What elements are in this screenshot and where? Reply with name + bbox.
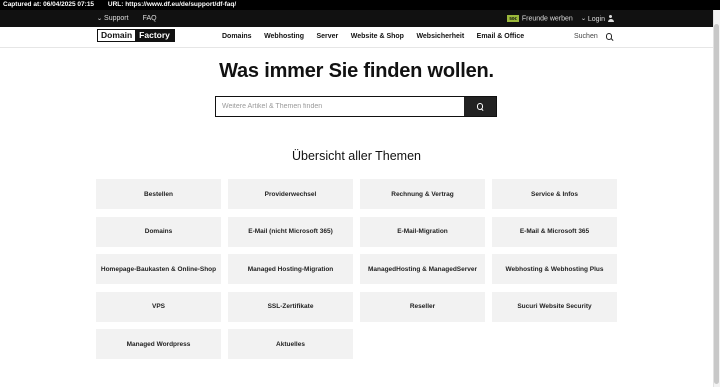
nav-item-webhosting[interactable]: Webhosting	[264, 33, 304, 40]
topic-tile-vps[interactable]: VPS	[96, 291, 221, 322]
topic-tile-email-not-microsoft[interactable]: E-Mail (nicht Microsoft 365)	[228, 216, 353, 247]
login-dropdown[interactable]: ⌄Login	[580, 14, 614, 23]
nav-search-button[interactable]: Suchen	[574, 27, 613, 46]
faq-search-button[interactable]	[464, 97, 496, 116]
topic-tile-homepage-baukasten[interactable]: Homepage-Baukasten & Online-Shop	[96, 254, 221, 284]
nav-item-email-office[interactable]: Email & Office	[477, 33, 524, 40]
chevron-down-icon: ⌄	[96, 16, 103, 22]
logo-part-factory: Factory	[135, 30, 174, 41]
domainfactory-logo[interactable]: Domain Factory	[97, 29, 175, 42]
topic-tile-bestellen[interactable]: Bestellen	[96, 179, 221, 209]
nav-item-domains[interactable]: Domains	[222, 33, 252, 40]
logo-part-domain: Domain	[98, 30, 136, 41]
topic-tile-aktuelles[interactable]: Aktuelles	[228, 329, 353, 359]
topic-tile-providerwechsel[interactable]: Providerwechsel	[228, 179, 353, 209]
search-icon	[605, 33, 613, 40]
capture-timestamp: Captured at: 06/04/2025 07:15	[3, 1, 95, 8]
nav-item-server[interactable]: Server	[316, 33, 338, 40]
topic-tile-service-infos[interactable]: Service & Infos	[492, 179, 617, 209]
main-nav: Domain Factory Domains Webhosting Server…	[0, 27, 713, 48]
capture-info-bar: Captured at: 06/04/2025 07:15 URL: https…	[0, 0, 720, 10]
topic-tile-managed-hosting-migration[interactable]: Managed Hosting-Migration	[228, 254, 353, 284]
nav-item-website-shop[interactable]: Website & Shop	[351, 33, 404, 40]
topics-heading: Übersicht aller Themen	[292, 149, 421, 163]
refer-badge: 50€	[507, 14, 519, 22]
support-dropdown[interactable]: ⌄Support	[96, 15, 129, 22]
search-icon	[476, 103, 484, 110]
faq-link[interactable]: FAQ	[143, 15, 157, 22]
topic-tile-ssl-zertifikate[interactable]: SSL-Zertifikate	[228, 291, 353, 322]
support-label: Support	[104, 15, 129, 22]
page-title: Was immer Sie finden wollen.	[219, 60, 494, 82]
topic-tile-webhosting[interactable]: Webhosting & Webhosting Plus	[492, 254, 617, 284]
topic-tile-managed-wordpress[interactable]: Managed Wordpress	[96, 329, 221, 359]
capture-url: URL: https://www.df.eu/de/support/df-faq…	[107, 1, 237, 8]
faq-search-form	[215, 96, 497, 117]
scrollbar-thumb[interactable]	[714, 24, 719, 384]
topic-tile-email-microsoft-365[interactable]: E-Mail & Microsoft 365	[492, 216, 617, 247]
nav-menu: Domains Webhosting Server Website & Shop…	[222, 27, 524, 46]
faq-search-input[interactable]	[216, 97, 464, 116]
refer-label: Freunde werben	[521, 15, 573, 23]
topic-tile-managedhosting-managedserver[interactable]: ManagedHosting & ManagedServer	[360, 254, 485, 284]
topic-tile-reseller[interactable]: Reseller	[360, 291, 485, 322]
refer-friends-link[interactable]: 50€ Freunde werben	[507, 14, 573, 23]
topics-grid: Bestellen Providerwechsel Rechnung & Ver…	[96, 179, 617, 359]
nav-search-label: Suchen	[574, 33, 598, 40]
chevron-down-icon: ⌄	[580, 16, 587, 23]
topic-tile-domains[interactable]: Domains	[96, 216, 221, 247]
top-bar: ⌄Support FAQ 50€ Freunde werben ⌄Login	[0, 10, 713, 27]
topic-tile-rechnung-vertrag[interactable]: Rechnung & Vertrag	[360, 179, 485, 209]
page-scrollbar[interactable]	[713, 10, 720, 387]
topic-tile-email-migration[interactable]: E-Mail-Migration	[360, 216, 485, 247]
login-label: Login	[587, 15, 605, 23]
user-icon	[607, 14, 614, 23]
topic-tile-sucuri-security[interactable]: Sucuri Website Security	[492, 291, 617, 322]
nav-item-websicherheit[interactable]: Websicherheit	[416, 33, 464, 40]
